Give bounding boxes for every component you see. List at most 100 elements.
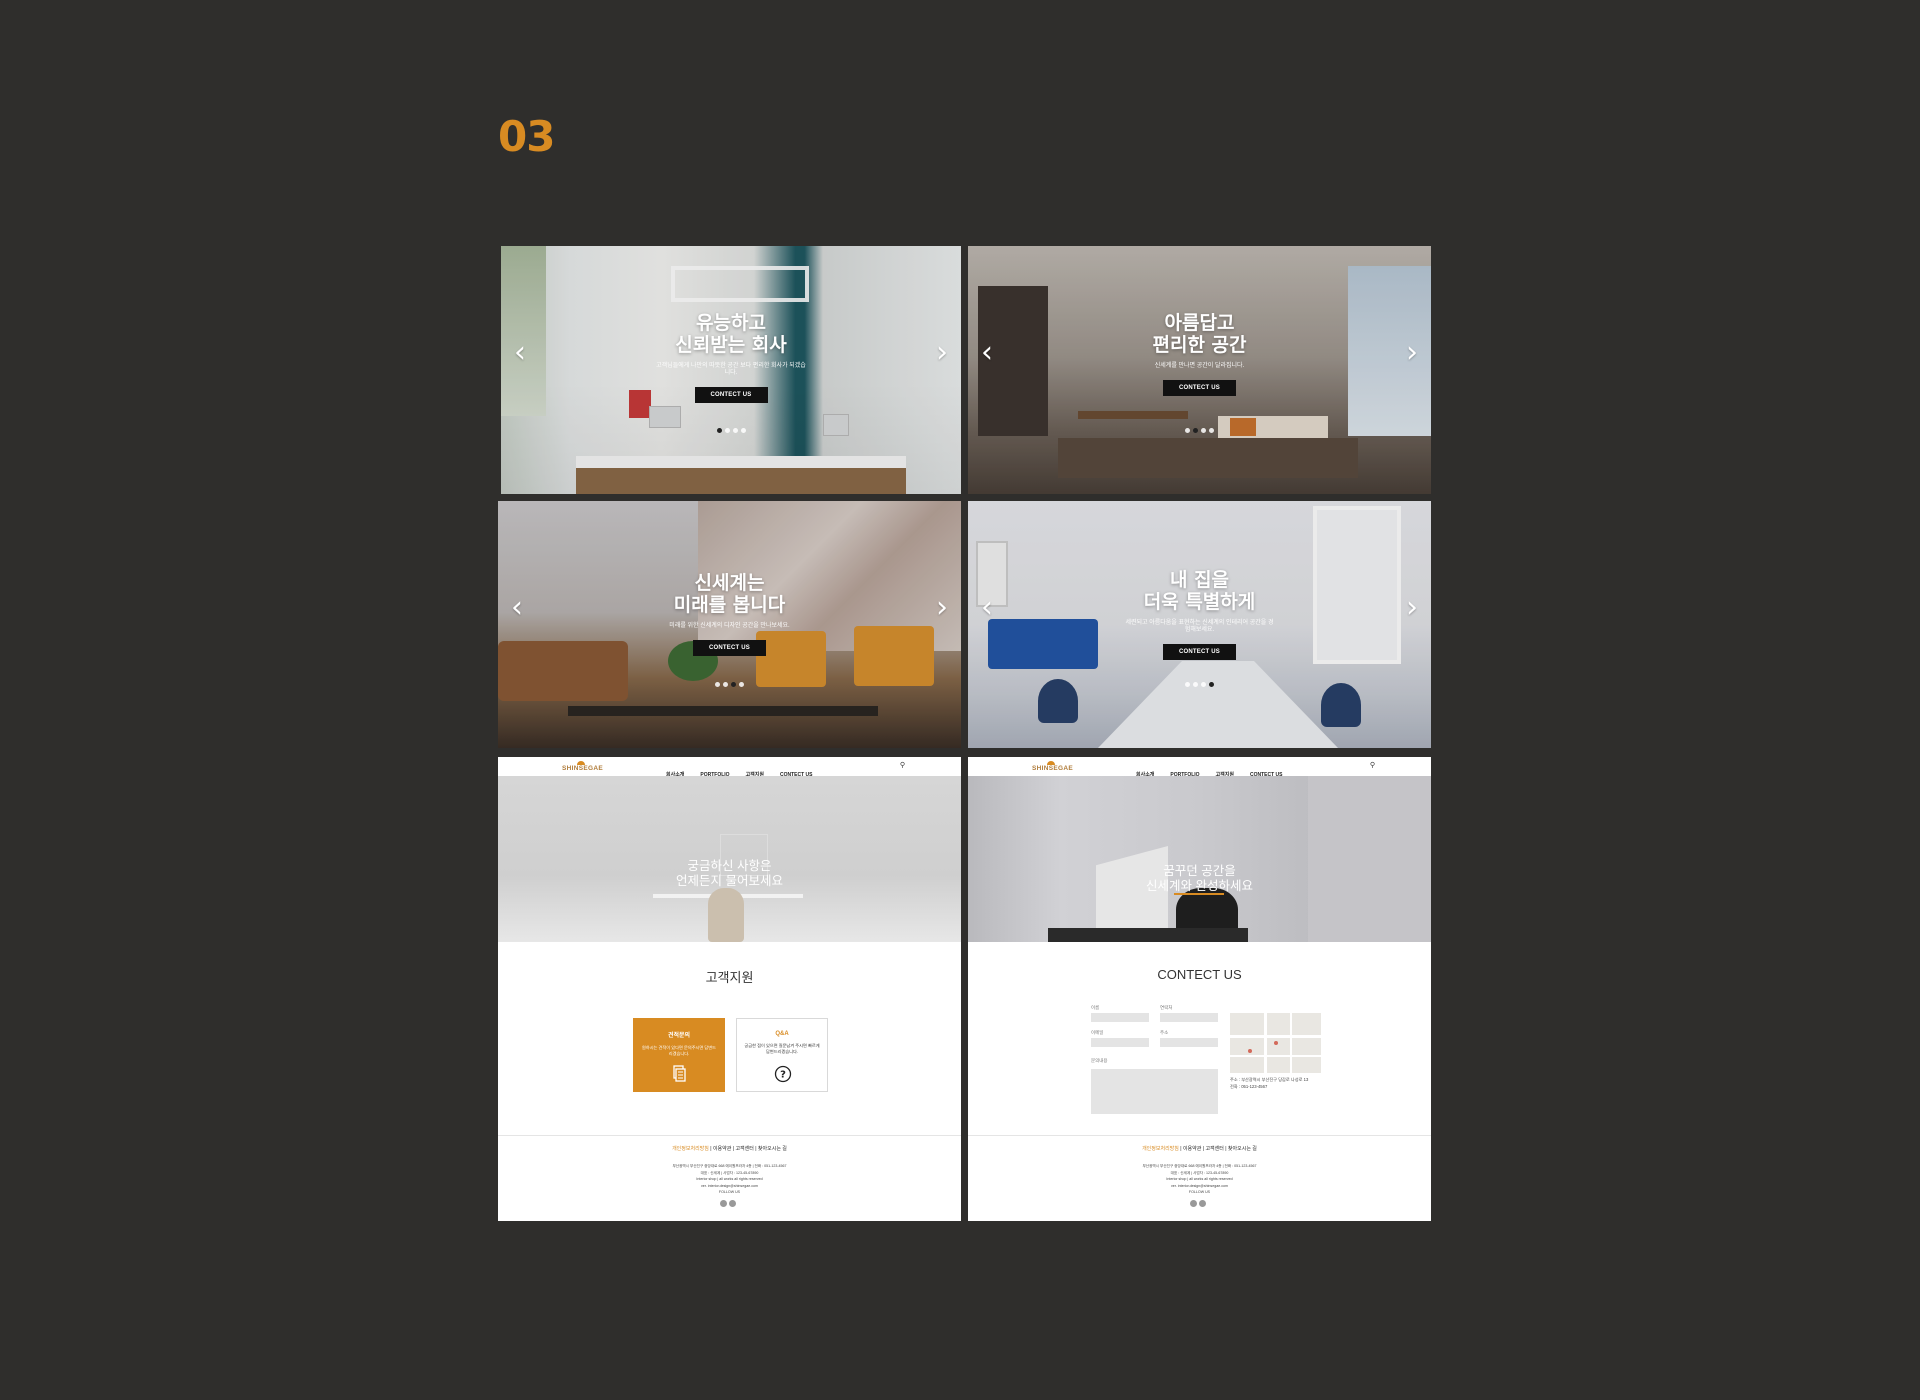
chevron-right-icon[interactable]: › [1399,593,1425,623]
hero-content: 내 집을 더욱 특별하게 세련되고 아름다움을 표현하는 신세계의 인테리어 공간… [968,569,1431,660]
instagram-icon[interactable] [729,1200,736,1207]
sns-links [719,1194,739,1207]
slide-indicators [501,420,961,438]
logo[interactable]: SHINSEGAE [1032,761,1073,773]
slide-dot[interactable] [1193,428,1198,433]
message-field[interactable] [1091,1069,1218,1114]
wall-panel [1308,776,1431,942]
email-label: 이메일 [1091,1030,1104,1035]
map-road [1290,1013,1292,1073]
contact-button[interactable]: CONTECT US [694,387,768,403]
chevron-left-icon[interactable]: ‹ [504,593,530,623]
hero-title: 신세계는 미래를 봅니다 [498,572,961,616]
email-field[interactable] [1091,1038,1149,1047]
footer-link-privacy[interactable]: 개인정보처리방침 [1142,1146,1179,1152]
search-icon[interactable]: ⚲ [1370,761,1375,769]
chevron-left-icon[interactable]: ‹ [507,338,533,368]
chevron-left-icon[interactable]: ‹ [974,338,1000,368]
slide-dot[interactable] [739,682,744,687]
hero-subtitle: 고객님들에게 나만의 따뜻한 공간 보다 편리한 회사가 되겠습니다. [656,363,806,376]
chevron-right-icon[interactable]: › [1399,338,1425,368]
footer-divider [968,1135,1431,1136]
slide-dot[interactable] [732,428,738,433]
card-desc: 궁금한 점이 있으면 질문남겨 주시면 빠르게 답변드리겠습니다. [744,1043,820,1054]
sub-hero-line1: 꿈꾸던 공간을 [1163,864,1236,878]
hero-title-line1: 신세계는 [694,572,765,594]
slide-dot[interactable] [1201,682,1206,687]
slide-dot[interactable] [1185,682,1190,687]
footer-link-terms[interactable]: 이용약관 [1183,1146,1201,1152]
location-map[interactable] [1230,1013,1321,1073]
slide-dot[interactable] [1209,682,1214,687]
footer-link-directions[interactable]: 찾아오시는 길 [1228,1146,1257,1152]
card-title: 견적문의 [667,1033,691,1039]
slide-dot[interactable] [724,428,730,433]
card-desc: 원하시는 견적이 있다면 문의주시면 답변드리겠습니다. [641,1045,716,1056]
footer-link-privacy[interactable]: 개인정보처리방침 [672,1146,709,1152]
slide-dot[interactable] [1185,428,1190,433]
section-title: 고객지원 [705,970,754,985]
slide-dot[interactable] [1209,428,1214,433]
chevron-right-icon[interactable]: › [929,338,955,368]
logo-text: SHINSEGAE [562,765,603,772]
name-field[interactable] [1091,1013,1149,1022]
slide-dot[interactable] [1193,682,1198,687]
slide-dot[interactable] [731,682,736,687]
sub-hero-line1: 궁금하신 사항은 [687,859,772,873]
hero-title-line1: 내 집을 [1169,569,1230,591]
map-info: 주소 : 부산광역시 부산진구 당감로 나성로 13 전화 : 051-123-… [1230,1077,1330,1090]
section-title: CONTECT US [1157,967,1242,982]
slide-dot[interactable] [715,682,720,687]
sub-hero-line2: 언제든지 물어보세요 [676,874,783,888]
address-field[interactable] [1160,1038,1218,1047]
navbar: SHINSEGAE 회사소개 PORTFOLIO 고객지원 CONTECT US ⚲ [498,757,961,778]
chevron-left-icon[interactable]: ‹ [974,593,1000,623]
footer-info: 부산광역시 부산진구 중앙대로 668 에이원프라자 4층 | 전화 : 051… [498,1163,961,1196]
hero-title-line2: 편리한 공간 [1152,334,1247,356]
hero-subtitle: 세련되고 아름다움을 표현하는 신세계의 인테리어 공간을 경험해보세요. [1125,620,1274,633]
logo-text: SHINSEGAE [1032,765,1073,772]
slide-dot[interactable] [740,428,746,433]
map-road [1230,1055,1321,1057]
footer-link-directions[interactable]: 찾아오시는 길 [758,1146,787,1152]
facebook-icon[interactable] [1190,1200,1197,1207]
footer-link-support[interactable]: 고객센터 [1205,1146,1223,1152]
quote-inquiry-card[interactable]: 견적문의 원하시는 견적이 있다면 문의주시면 답변드리겠습니다. [633,1018,725,1092]
footer-info: 부산광역시 부산진구 중앙대로 668 에이원프라자 4층 | 전화 : 051… [968,1163,1431,1196]
hero-title: 내 집을 더욱 특별하게 [968,569,1431,613]
chevron-right-icon[interactable]: › [929,593,955,623]
contact-button[interactable]: CONTECT US [1163,644,1236,660]
hero-subtitle: 신세계를 만나면 공간이 달라집니다. [1154,363,1245,369]
contact-button[interactable]: CONTECT US [1163,380,1236,396]
slide-dot[interactable] [1201,428,1206,433]
map-phone: 전화 : 051-123-4567 [1230,1083,1268,1089]
chair [708,888,744,942]
qna-card[interactable]: Q&A 궁금한 점이 있으면 질문남겨 주시면 빠르게 답변드리겠습니다. ? [736,1018,828,1092]
footer-link-terms[interactable]: 이용약관 [713,1146,731,1152]
search-icon[interactable]: ⚲ [900,761,905,769]
footer-links: 개인정보처리방침 | 이용약관 | 고객센터 | 찾아오시는 길 [672,1146,787,1152]
logo[interactable]: SHINSEGAE [562,761,603,773]
footer-links: 개인정보처리방침 | 이용약관 | 고객센터 | 찾아오시는 길 [1142,1146,1257,1152]
desk [1048,928,1248,942]
phone-field[interactable] [1160,1013,1218,1022]
map-pin-icon [1248,1049,1252,1053]
hero-title-line1: 아름답고 [1164,312,1235,334]
footer-divider [498,1135,961,1136]
footer-link-support[interactable]: 고객센터 [735,1146,753,1152]
sub-hero-line2: 신세계와 완성하세요 [1146,879,1253,893]
hero-title: 유능하고 신뢰받는 회사 [501,312,961,356]
instagram-icon[interactable] [1199,1200,1206,1207]
hero-slide-1: 유능하고 신뢰받는 회사 고객님들에게 나만의 따뜻한 공간 보다 편리한 회사가… [501,246,961,494]
facebook-icon[interactable] [720,1200,727,1207]
hero-slide-4: 내 집을 더욱 특별하게 세련되고 아름다움을 표현하는 신세계의 인테리어 공간… [968,501,1431,748]
slide-indicators [968,674,1431,692]
slide-dot[interactable] [723,682,728,687]
map-pin-icon [1274,1041,1278,1045]
slide-dot[interactable] [716,428,722,433]
card-title: Q&A [775,1031,789,1037]
sub-hero: 꿈꾸던 공간을 신세계와 완성하세요 [968,776,1431,942]
contact-button[interactable]: CONTECT US [693,640,766,656]
sub-hero: 궁금하신 사항은 언제든지 물어보세요 [498,776,961,942]
slide-indicators [498,674,961,692]
